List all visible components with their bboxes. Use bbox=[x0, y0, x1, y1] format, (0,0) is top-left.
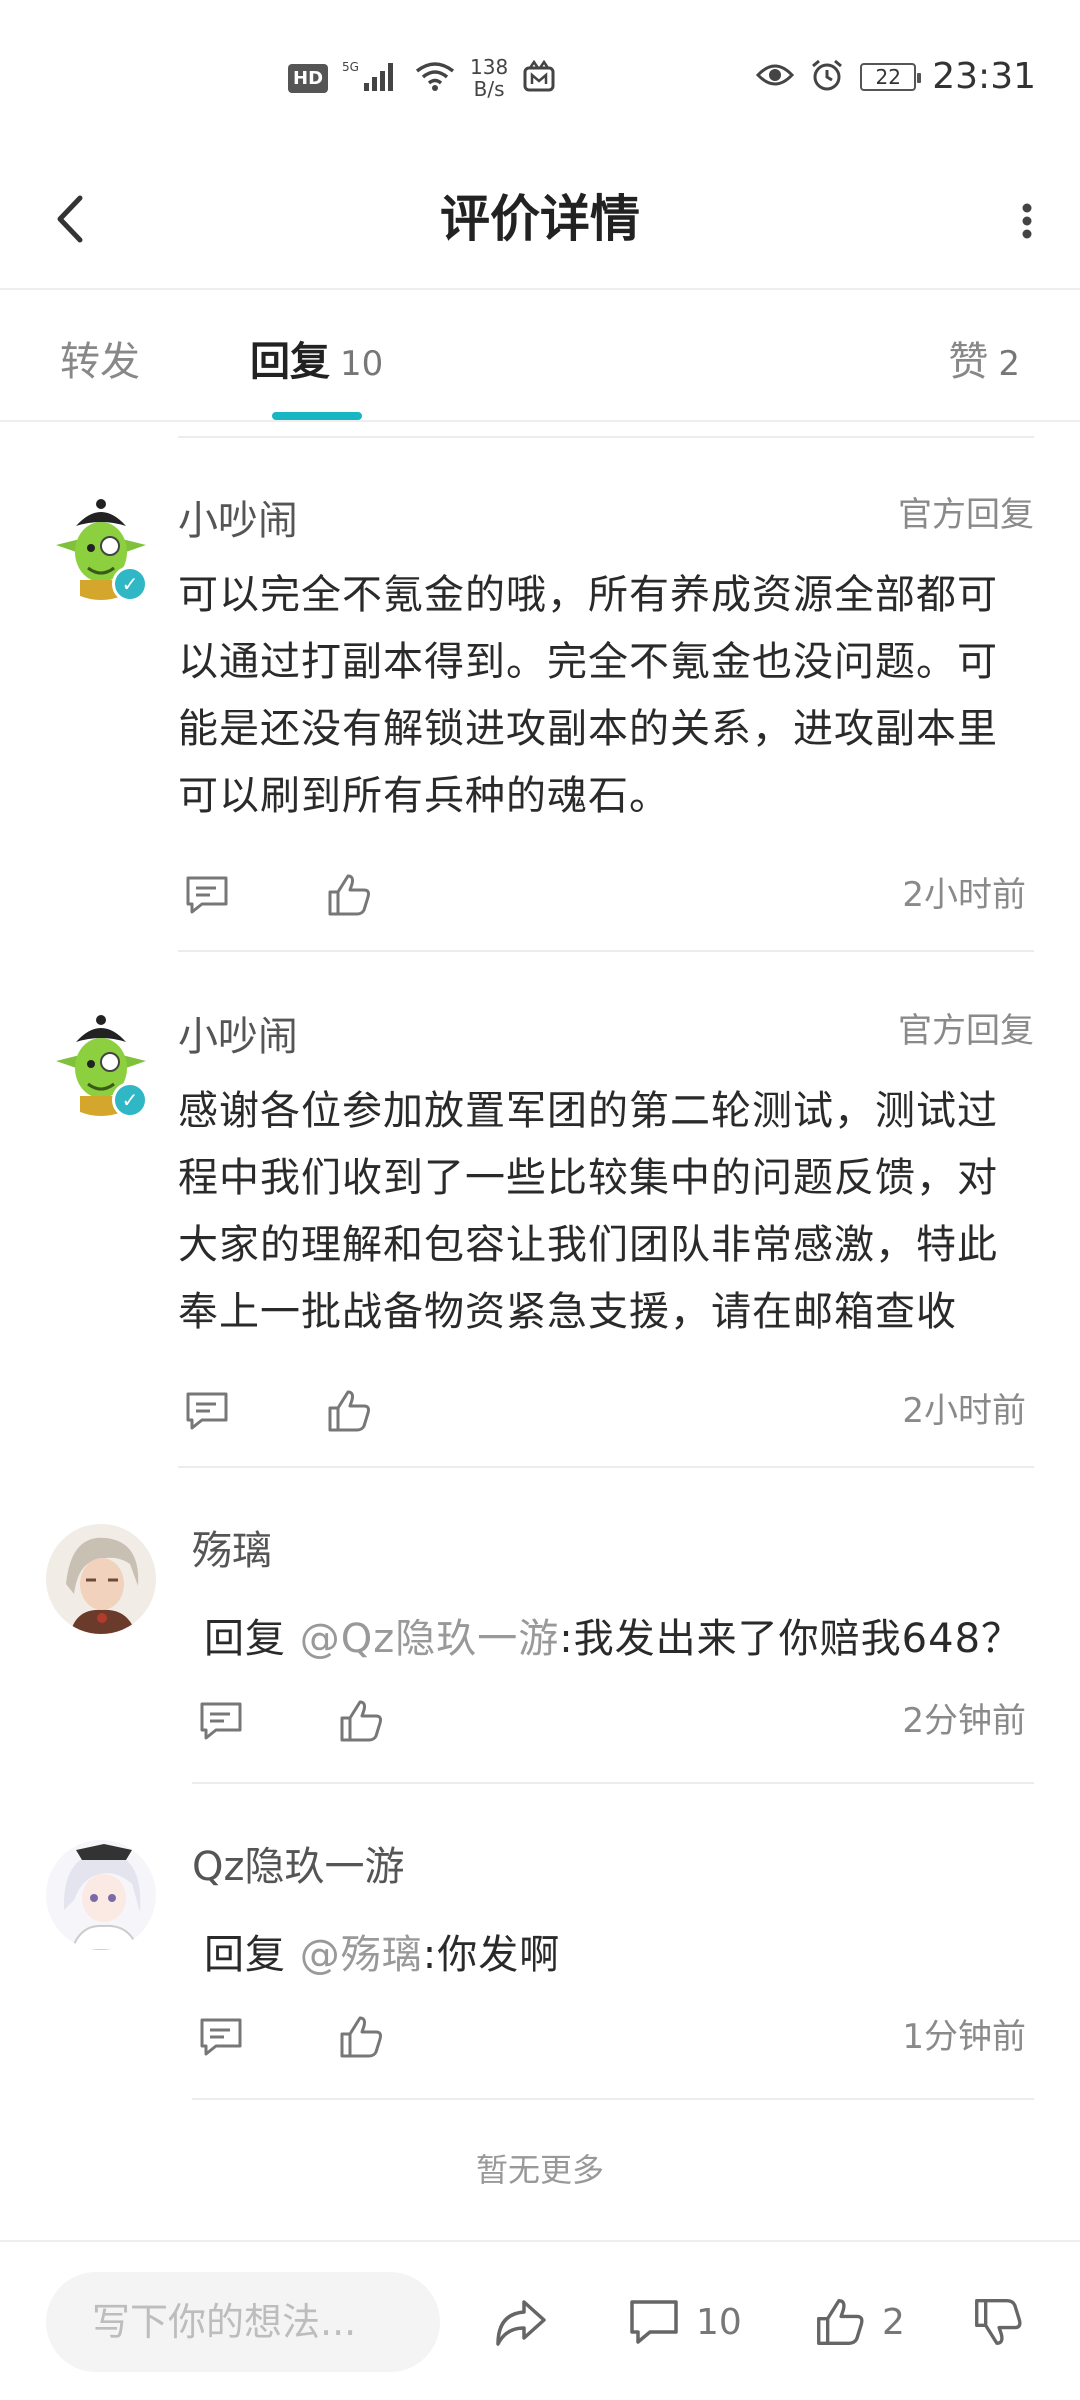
verified-badge-icon: ✓ bbox=[112, 1082, 148, 1118]
bottom-bar: 写下你的想法... 10 2 bbox=[0, 2240, 1080, 2400]
reply-item: ✓ 小吵闹 官方回复 可以完全不氪金的哦，所有养成资源全部都可 以通过打副本得到… bbox=[0, 490, 1080, 952]
mention-link[interactable]: @殇璃 bbox=[300, 1932, 423, 1978]
tab-active-indicator bbox=[272, 412, 362, 420]
reply-actions: 2分钟前 bbox=[192, 1696, 1038, 1756]
tab-likes-count: 2 bbox=[998, 344, 1020, 384]
share-icon bbox=[496, 2300, 546, 2346]
app-notification-icon bbox=[522, 59, 556, 96]
thumbs-up-icon[interactable] bbox=[324, 870, 374, 920]
share-button[interactable] bbox=[490, 2282, 550, 2362]
title-bar: 评价详情 bbox=[0, 150, 1080, 290]
thumbs-up-icon[interactable] bbox=[336, 2012, 386, 2062]
comment-icon bbox=[630, 2300, 678, 2344]
avatar[interactable] bbox=[46, 1524, 156, 1634]
reply-time: 2小时前 bbox=[902, 1391, 1026, 1431]
alarm-icon bbox=[810, 58, 844, 96]
reply-divider bbox=[192, 2098, 1034, 2100]
reply-time: 2小时前 bbox=[902, 875, 1026, 915]
battery-icon: 22 bbox=[860, 62, 922, 91]
net-speed: 138 B/s bbox=[470, 55, 509, 101]
official-reply-badge: 官方回复 bbox=[898, 495, 1034, 535]
username[interactable]: 小吵闹 bbox=[178, 496, 298, 546]
verified-badge-icon: ✓ bbox=[112, 566, 148, 602]
username[interactable]: Qz隐玖一游 bbox=[192, 1842, 404, 1892]
reply-content: 回复 @Qz隐玖一游:我发出来了你赔我648？ bbox=[204, 1616, 1023, 1662]
thumbs-up-icon bbox=[817, 2299, 864, 2345]
dislike-button[interactable] bbox=[970, 2282, 1026, 2362]
thumbs-down-icon bbox=[975, 2299, 1022, 2345]
page-title: 评价详情 bbox=[440, 190, 640, 248]
comment-icon[interactable] bbox=[196, 2012, 246, 2062]
tab-replies-count: 10 bbox=[340, 344, 384, 384]
reply-actions: 2小时前 bbox=[178, 1386, 1038, 1446]
reply-item: Qz隐玖一游 回复 @殇璃:你发啊 1分钟前 bbox=[0, 1840, 1080, 2102]
username[interactable]: 小吵闹 bbox=[178, 1012, 298, 1062]
official-reply-badge: 官方回复 bbox=[898, 1011, 1034, 1051]
thumbs-up-icon[interactable] bbox=[324, 1386, 374, 1436]
wifi-icon bbox=[414, 59, 456, 97]
reply-divider bbox=[178, 1466, 1034, 1468]
tab-bar: 转发 回复 10 赞2 bbox=[0, 292, 1080, 422]
reply-actions: 2小时前 bbox=[178, 870, 1038, 930]
reply-content: 回复 @殇璃:你发啊 bbox=[204, 1932, 561, 1978]
reply-actions: 1分钟前 bbox=[192, 2012, 1038, 2072]
reply-divider bbox=[178, 950, 1034, 952]
username[interactable]: 殇璃 bbox=[192, 1526, 272, 1576]
status-bar: HD 5G 138 B/s 22 23:31 bbox=[0, 0, 1080, 150]
signal-icon: 5G bbox=[342, 59, 400, 97]
reply-divider bbox=[192, 1782, 1034, 1784]
comment-count: 10 bbox=[696, 2301, 742, 2343]
svg-text:5G: 5G bbox=[342, 60, 359, 74]
thumbs-up-icon[interactable] bbox=[336, 1696, 386, 1746]
clock: 23:31 bbox=[932, 56, 1036, 97]
hd-badge: HD bbox=[288, 63, 329, 93]
eye-icon bbox=[756, 61, 795, 93]
reply-item: ✓ 小吵闹 官方回复 感谢各位参加放置军团的第二轮测试，测试过 程中我们收到了一… bbox=[0, 1006, 1080, 1468]
comment-icon[interactable] bbox=[182, 1386, 232, 1436]
avatar[interactable] bbox=[46, 1840, 156, 1950]
reply-content: 可以完全不氪金的哦，所有养成资源全部都可 以通过打副本得到。完全不氪金也没问题。… bbox=[178, 572, 998, 819]
status-right: 22 23:31 bbox=[756, 56, 1036, 97]
like-button[interactable]: 2 bbox=[812, 2282, 905, 2362]
list-top-divider bbox=[178, 436, 1034, 438]
status-left: HD 5G 138 B/s bbox=[288, 56, 556, 100]
reply-time: 2分钟前 bbox=[902, 1701, 1026, 1741]
comment-input[interactable]: 写下你的想法... bbox=[46, 2272, 440, 2372]
comment-icon[interactable] bbox=[182, 870, 232, 920]
tab-likes[interactable]: 赞2 bbox=[948, 332, 1020, 394]
reply-time: 1分钟前 bbox=[902, 2017, 1026, 2057]
more-options-icon[interactable] bbox=[1012, 186, 1042, 256]
reply-item: 殇璃 回复 @Qz隐玖一游:我发出来了你赔我648？ 2分钟前 bbox=[0, 1524, 1080, 1786]
tab-replies[interactable]: 回复 10 bbox=[250, 332, 383, 394]
no-more-text: 暂无更多 bbox=[475, 2151, 604, 2189]
mention-link[interactable]: @Qz隐玖一游 bbox=[300, 1616, 559, 1662]
reply-content: 感谢各位参加放置军团的第二轮测试，测试过 程中我们收到了一些比较集中的问题反馈，… bbox=[178, 1088, 998, 1335]
comment-button[interactable]: 10 bbox=[626, 2282, 742, 2362]
tab-forward[interactable]: 转发 bbox=[60, 332, 140, 392]
comment-icon[interactable] bbox=[196, 1696, 246, 1746]
like-count: 2 bbox=[882, 2301, 905, 2343]
